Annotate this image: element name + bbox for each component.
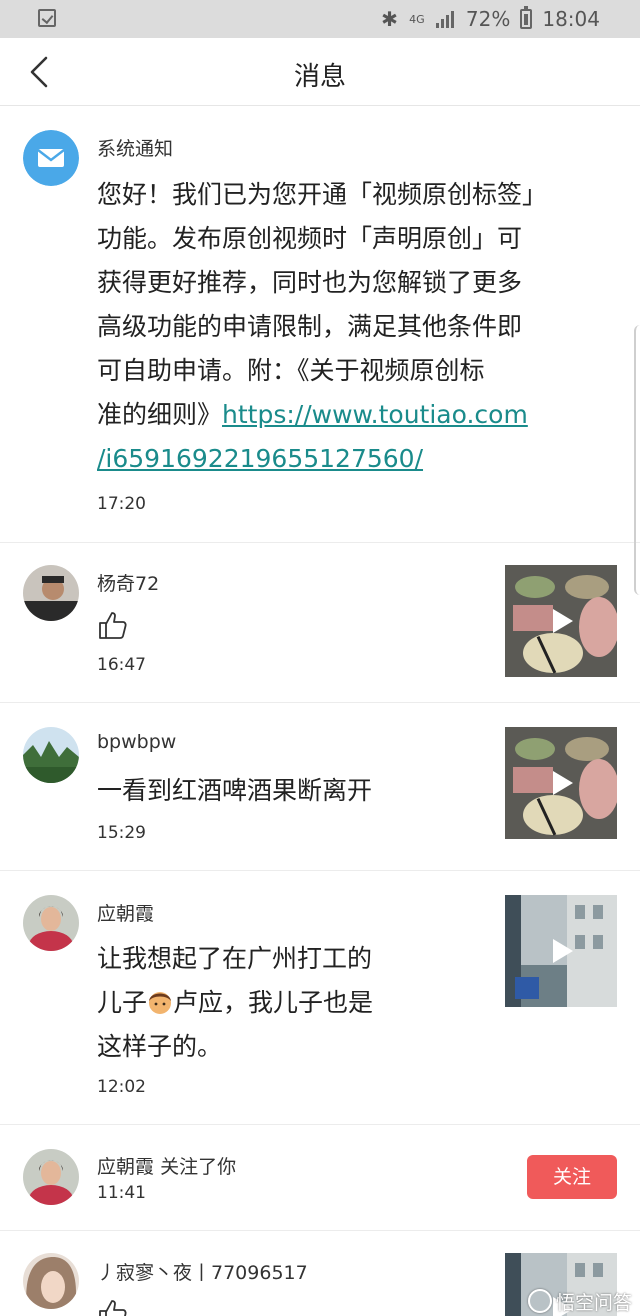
timestamp: 12:02: [97, 1077, 146, 1097]
avatar[interactable]: [23, 727, 79, 783]
timestamp: 17:20: [97, 494, 146, 514]
building-video-thumbnail: [505, 895, 617, 1007]
list-item[interactable]: 应朝霞 让我想起了在广州打工的 儿子 卢应，我儿子也是 这样子的。 12:02: [0, 871, 640, 1125]
content-line: 这样子的。: [97, 1032, 223, 1061]
avatar[interactable]: [23, 565, 79, 621]
sender-name: 丿寂寥丶夜丨77096517: [97, 1262, 308, 1284]
bluetooth-icon: ✱: [381, 7, 398, 31]
food-video-thumbnail: [505, 565, 617, 677]
status-icons: ✱ 4G 72% 18:04: [381, 6, 600, 31]
system-notification-item[interactable]: 系统通知 您好！我们已为您开通「视频原创标签」 功能。发布原创视频时「声明原创」…: [0, 106, 640, 543]
timestamp: 16:47: [97, 655, 146, 675]
sender-name: 系统通知: [97, 138, 174, 160]
content-line: 可自助申请。附：《关于视频原创标: [97, 356, 485, 385]
content-line: 高级功能的申请限制，满足其他条件即: [97, 312, 523, 341]
user-avatar-photo: [23, 1149, 79, 1205]
content-text: 儿子: [97, 988, 148, 1017]
timestamp: 15:29: [97, 823, 146, 843]
watermark-text: 悟空问答: [555, 1291, 632, 1314]
avatar[interactable]: [23, 1149, 79, 1205]
4g-icon: 4G: [409, 12, 425, 26]
message-content: 您好！我们已为您开通「视频原创标签」 功能。发布原创视频时「声明原创」可 获得更…: [97, 173, 597, 481]
content-line: 准的细则》https://www.toutiao.com: [97, 393, 597, 437]
list-item[interactable]: 应朝霞 关注了你 11:41 关注: [0, 1125, 640, 1231]
mail-icon: [23, 130, 79, 186]
header: 消息: [0, 38, 640, 106]
content-line: 您好！我们已为您开通「视频原创标签」: [97, 180, 548, 209]
content-line: 功能。发布原创视频时「声明原创」可: [97, 224, 523, 253]
follow-button[interactable]: 关注: [527, 1155, 617, 1199]
video-thumbnail[interactable]: [505, 895, 617, 1007]
message-content: 让我想起了在广州打工的 儿子 卢应，我儿子也是 这样子的。: [97, 937, 497, 1069]
boy-emoji: [149, 992, 172, 1014]
content-line: /i6591692219655127560/: [97, 437, 597, 481]
sender-line: 应朝霞 关注了你: [97, 1152, 236, 1179]
message-content: 一看到红酒啤酒果断离开: [97, 776, 373, 805]
food-video-thumbnail: [505, 727, 617, 839]
user-avatar-photo: [23, 1253, 79, 1309]
article-link[interactable]: https://www.toutiao.com: [222, 400, 528, 429]
sender-name: 应朝霞: [97, 903, 155, 925]
checkbox-notification-icon: [38, 9, 56, 27]
list-item[interactable]: bpwbpw 一看到红酒啤酒果断离开 15:29: [0, 703, 640, 871]
avatar[interactable]: [23, 1253, 79, 1309]
sender-name: bpwbpw: [97, 731, 177, 753]
sender-name: 应朝霞: [97, 1156, 155, 1178]
action-text: 关注了你: [160, 1156, 237, 1178]
signal-icon: [435, 10, 456, 28]
content-line: 获得更好推荐，同时也为您解锁了更多: [97, 268, 523, 297]
user-avatar-photo: [23, 565, 79, 621]
battery-percent: 72%: [465, 7, 511, 31]
list-item[interactable]: 杨奇72 16:47: [0, 543, 640, 703]
content-line: 让我想起了在广州打工的: [97, 944, 373, 973]
article-link-cont[interactable]: /i6591692219655127560/: [97, 444, 423, 473]
status-bar: ✱ 4G 72% 18:04: [0, 0, 640, 38]
content-text: 卢应，我儿子也是: [173, 988, 374, 1017]
avatar: [23, 130, 79, 186]
battery-icon: [520, 6, 533, 29]
content-line: 儿子 卢应，我儿子也是: [97, 981, 497, 1025]
thumbs-up-icon: [97, 1297, 129, 1316]
page-title: 消息: [293, 62, 346, 92]
user-avatar-photo: [23, 727, 79, 783]
video-thumbnail[interactable]: [505, 727, 617, 839]
content-text: 准的细则》: [97, 400, 223, 429]
timestamp: 11:41: [97, 1183, 146, 1203]
thumbs-up-icon: [97, 609, 129, 641]
wukong-logo-icon: [527, 1289, 552, 1313]
user-avatar-photo: [23, 895, 79, 951]
video-thumbnail[interactable]: [505, 565, 617, 677]
avatar[interactable]: [23, 895, 79, 951]
watermark: 悟空问答: [527, 1288, 632, 1314]
edge-panel-handle[interactable]: [634, 325, 640, 595]
sender-name: 杨奇72: [97, 573, 160, 595]
clock: 18:04: [542, 7, 600, 31]
